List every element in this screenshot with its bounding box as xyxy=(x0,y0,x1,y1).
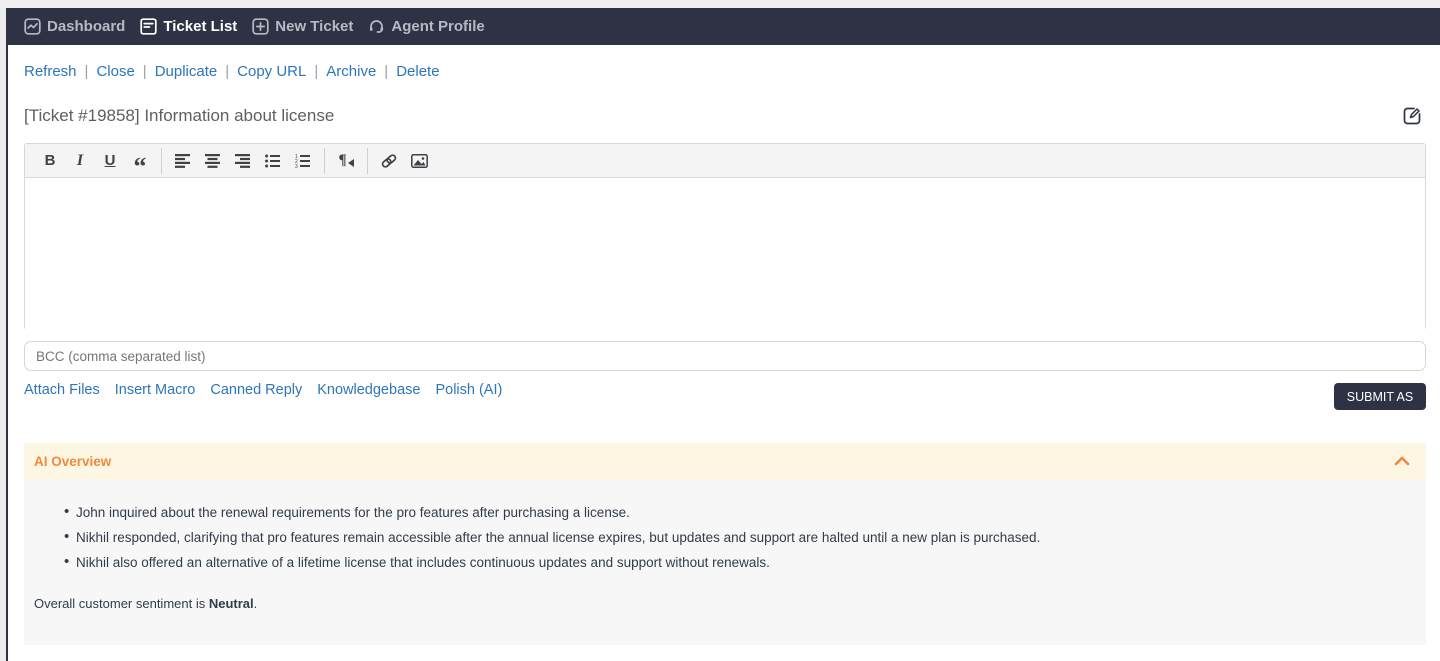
action-duplicate[interactable]: Duplicate xyxy=(155,63,218,80)
sentiment-value: Neutral xyxy=(208,596,254,611)
nav-item-label: Agent Profile xyxy=(391,18,485,35)
ai-overview-body: John inquired about the renewal requirem… xyxy=(24,480,1426,645)
ai-summary-item: Nikhil responded, clarifying that pro fe… xyxy=(34,530,1416,545)
nav-item-agent-profile[interactable]: Agent Profile xyxy=(368,18,485,35)
ai-summary-item: John inquired about the renewal requirem… xyxy=(34,505,1416,520)
nav-item-ticket-list[interactable]: Ticket List xyxy=(140,18,237,35)
link-icon[interactable] xyxy=(374,147,404,175)
action-separator: | xyxy=(225,63,230,80)
toolbar-separator xyxy=(324,147,325,174)
ai-summary-item: Nikhil also offered an alternative of a … xyxy=(34,555,1416,570)
ai-overview-title: AI Overview xyxy=(34,454,112,469)
underline-icon[interactable]: U xyxy=(95,147,125,175)
action-archive[interactable]: Archive xyxy=(326,63,376,80)
dashboard-icon xyxy=(24,18,41,35)
ai-summary-list: John inquired about the renewal requirem… xyxy=(34,505,1416,570)
align-left-icon[interactable] xyxy=(168,147,198,175)
action-separator: | xyxy=(84,63,89,80)
attach-files-link[interactable]: Attach Files xyxy=(24,382,100,398)
knowledgebase-link[interactable]: Knowledgebase xyxy=(317,382,420,398)
compose-links-row: Attach Files Insert Macro Canned Reply K… xyxy=(24,382,502,398)
ai-overview-header[interactable]: AI Overview xyxy=(24,443,1426,480)
action-copy-url[interactable]: Copy URL xyxy=(237,63,306,80)
edit-pencil-square-icon xyxy=(1401,107,1423,130)
nav-item-label: New Ticket xyxy=(275,18,354,35)
canned-reply-link[interactable]: Canned Reply xyxy=(210,382,302,398)
ticket-title: [Ticket #19858] Information about licens… xyxy=(24,106,335,125)
left-border xyxy=(6,8,8,661)
action-delete[interactable]: Delete xyxy=(396,63,439,80)
ticket-page: Dashboard Ticket List New Ticket Agent P… xyxy=(0,0,1440,661)
new-ticket-icon xyxy=(252,18,269,35)
submit-as-button[interactable]: SUBMIT AS xyxy=(1334,383,1426,410)
bold-icon[interactable]: B xyxy=(35,147,65,175)
sentiment-line: Overall customer sentiment is Neutral. xyxy=(34,596,1416,611)
action-separator: | xyxy=(384,63,389,80)
polish-ai-link[interactable]: Polish (AI) xyxy=(435,382,502,398)
ai-overview-panel: AI Overview John inquired about the rene… xyxy=(24,443,1426,645)
action-refresh[interactable]: Refresh xyxy=(24,63,77,80)
bullet-list-icon[interactable] xyxy=(258,147,288,175)
reply-text-area[interactable] xyxy=(25,178,1425,330)
chevron-up-icon[interactable] xyxy=(1394,453,1410,471)
toolbar-separator xyxy=(367,147,368,174)
toolbar-separator xyxy=(161,147,162,174)
blockquote-icon[interactable]: “ xyxy=(125,147,155,179)
nav-item-label: Dashboard xyxy=(47,18,126,35)
bcc-input[interactable] xyxy=(24,341,1426,371)
edit-title-button[interactable] xyxy=(1400,105,1424,129)
sentiment-suffix: . xyxy=(253,596,258,611)
italic-icon[interactable]: I xyxy=(65,147,95,175)
ticket-list-icon xyxy=(140,18,158,35)
agent-profile-icon xyxy=(368,18,385,35)
top-strip xyxy=(0,0,1440,8)
nav-item-label: Ticket List xyxy=(163,18,238,35)
insert-macro-link[interactable]: Insert Macro xyxy=(115,382,196,398)
ticket-actions-row: Refresh | Close | Duplicate | Copy URL |… xyxy=(24,63,440,80)
numbered-list-icon[interactable]: 123 xyxy=(288,147,318,175)
paragraph-glyph: ¶ xyxy=(338,152,347,168)
top-navigation: Dashboard Ticket List New Ticket Agent P… xyxy=(8,8,1440,45)
nav-item-new-ticket[interactable]: New Ticket xyxy=(252,18,353,35)
reply-editor: B I U “ 123 ¶ xyxy=(24,143,1426,330)
left-triangle-glyph xyxy=(347,158,354,167)
align-center-icon[interactable] xyxy=(198,147,228,175)
align-right-icon[interactable] xyxy=(228,147,258,175)
action-separator: | xyxy=(142,63,147,80)
nav-item-dashboard[interactable]: Dashboard xyxy=(24,18,125,35)
action-close[interactable]: Close xyxy=(96,63,134,80)
image-icon[interactable] xyxy=(404,147,434,175)
editor-toolbar: B I U “ 123 ¶ xyxy=(25,144,1425,179)
svg-text:3: 3 xyxy=(295,164,298,168)
paragraph-direction-icon[interactable]: ¶ xyxy=(331,147,361,175)
action-separator: | xyxy=(314,63,319,80)
sentiment-prefix: Overall customer sentiment is xyxy=(34,596,209,611)
